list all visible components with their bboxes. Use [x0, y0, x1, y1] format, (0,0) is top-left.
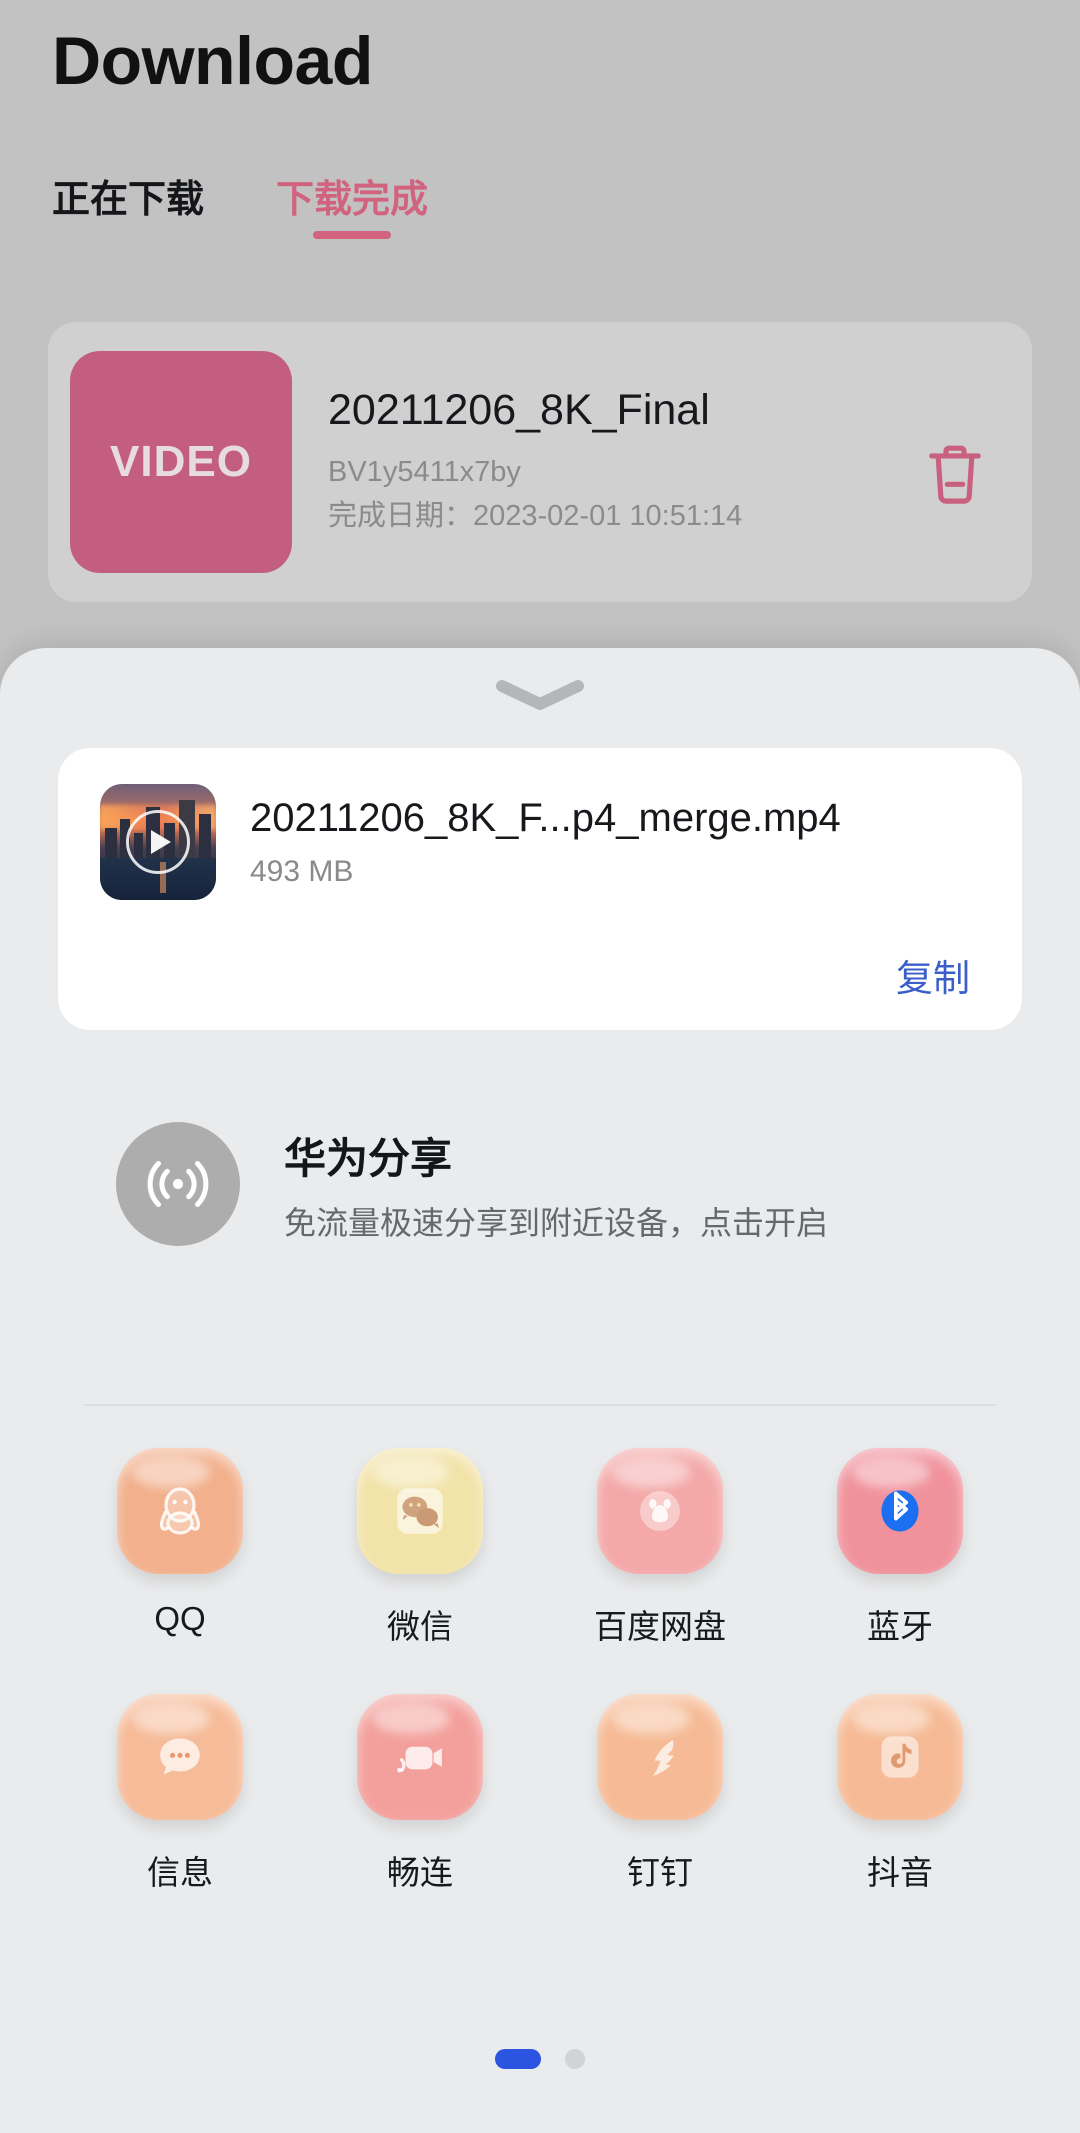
- dingtalk-icon: [597, 1694, 723, 1820]
- download-item-completed-date: 完成日期：2023-02-01 10:51:14: [328, 499, 743, 532]
- huawei-share-text: 华为分享 免流量极速分享到附近设备，点击开启: [284, 1125, 828, 1244]
- download-item-card[interactable]: VIDEO 20211206_8K_Final BV1y5411x7by 完成日…: [48, 322, 1032, 602]
- download-app-background: Download 正在下载 下载完成 VIDEO 20211206_8K_Fin…: [0, 0, 1080, 700]
- share-app-label: 百度网盘: [594, 1608, 726, 1645]
- share-app-label: 信息: [147, 1854, 213, 1891]
- share-app-qq[interactable]: QQ: [60, 1448, 300, 1648]
- shared-file-name: 20211206_8K_F...p4_merge.mp4: [250, 795, 841, 840]
- video-thumbnail-label: VIDEO: [110, 437, 252, 486]
- copy-button[interactable]: 复制: [896, 948, 970, 1002]
- delete-button[interactable]: [900, 407, 1010, 517]
- share-app-label: 蓝牙: [867, 1608, 933, 1645]
- tab-completed-label: 下载完成: [276, 179, 429, 221]
- share-app-meetime[interactable]: 畅连: [300, 1694, 540, 1894]
- shared-file-row: 20211206_8K_F...p4_merge.mp4 493 MB: [58, 748, 1022, 900]
- tab-completed[interactable]: 下载完成: [276, 168, 428, 239]
- shared-file-size: 493 MB: [250, 854, 354, 888]
- huawei-share-row[interactable]: 华为分享 免流量极速分享到附近设备，点击开启: [0, 1094, 1080, 1274]
- baidu-netdisk-icon: [597, 1448, 723, 1574]
- page-indicator: [0, 2049, 1080, 2069]
- share-app-label: 微信: [387, 1608, 453, 1645]
- shared-file-info: 20211206_8K_F...p4_merge.mp4 493 MB: [250, 796, 841, 889]
- video-thumbnail-placeholder: VIDEO: [70, 351, 292, 573]
- messages-icon: [117, 1694, 243, 1820]
- bluetooth-icon: [837, 1448, 963, 1574]
- share-app-bluetooth[interactable]: 蓝牙: [780, 1448, 1020, 1648]
- share-app-grid: QQ 微信 百度网盘 蓝牙 信息 畅连 钉钉 抖音: [0, 1448, 1080, 1940]
- share-sheet: 20211206_8K_F...p4_merge.mp4 493 MB 复制 华…: [0, 648, 1080, 2133]
- share-app-baidu-netdisk[interactable]: 百度网盘: [540, 1448, 780, 1648]
- qq-penguin-icon: [117, 1448, 243, 1574]
- huawei-share-title: 华为分享: [284, 1134, 453, 1182]
- video-play-thumbnail: [100, 784, 216, 900]
- share-app-messages[interactable]: 信息: [60, 1694, 300, 1894]
- share-app-label: QQ: [154, 1600, 206, 1637]
- download-item-name: 20211206_8K_Final: [328, 386, 710, 434]
- shared-file-card: 20211206_8K_F...p4_merge.mp4 493 MB 复制: [58, 748, 1022, 1030]
- huawei-share-waves-icon: [116, 1122, 240, 1246]
- share-app-label: 钉钉: [627, 1854, 693, 1891]
- chevron-down-icon: [494, 678, 586, 717]
- share-app-dingtalk[interactable]: 钉钉: [540, 1694, 780, 1894]
- tab-bar: 正在下载 下载完成: [52, 168, 428, 239]
- page-title: Download: [52, 23, 373, 99]
- huawei-share-subtitle: 免流量极速分享到附近设备，点击开启: [284, 1204, 829, 1241]
- download-item-meta: 20211206_8K_Final BV1y5411x7by 完成日期：2023…: [328, 386, 900, 538]
- share-app-wechat[interactable]: 微信: [300, 1448, 540, 1648]
- sheet-divider: [84, 1404, 996, 1406]
- share-app-label: 抖音: [867, 1854, 933, 1891]
- tab-downloading[interactable]: 正在下载: [52, 168, 204, 239]
- douyin-icon: [837, 1694, 963, 1820]
- download-item-bvid: BV1y5411x7by: [328, 456, 521, 488]
- page-dot-1[interactable]: [495, 2049, 541, 2069]
- meetime-icon: [357, 1694, 483, 1820]
- page-dot-2[interactable]: [565, 2049, 585, 2069]
- share-app-douyin[interactable]: 抖音: [780, 1694, 1020, 1894]
- wechat-icon: [357, 1448, 483, 1574]
- trash-icon: [924, 440, 986, 513]
- tab-downloading-label: 正在下载: [52, 179, 205, 221]
- tab-active-underline: [313, 231, 392, 239]
- sheet-collapse-handle[interactable]: [470, 668, 610, 726]
- share-app-label: 畅连: [387, 1854, 453, 1891]
- play-icon: [126, 810, 190, 874]
